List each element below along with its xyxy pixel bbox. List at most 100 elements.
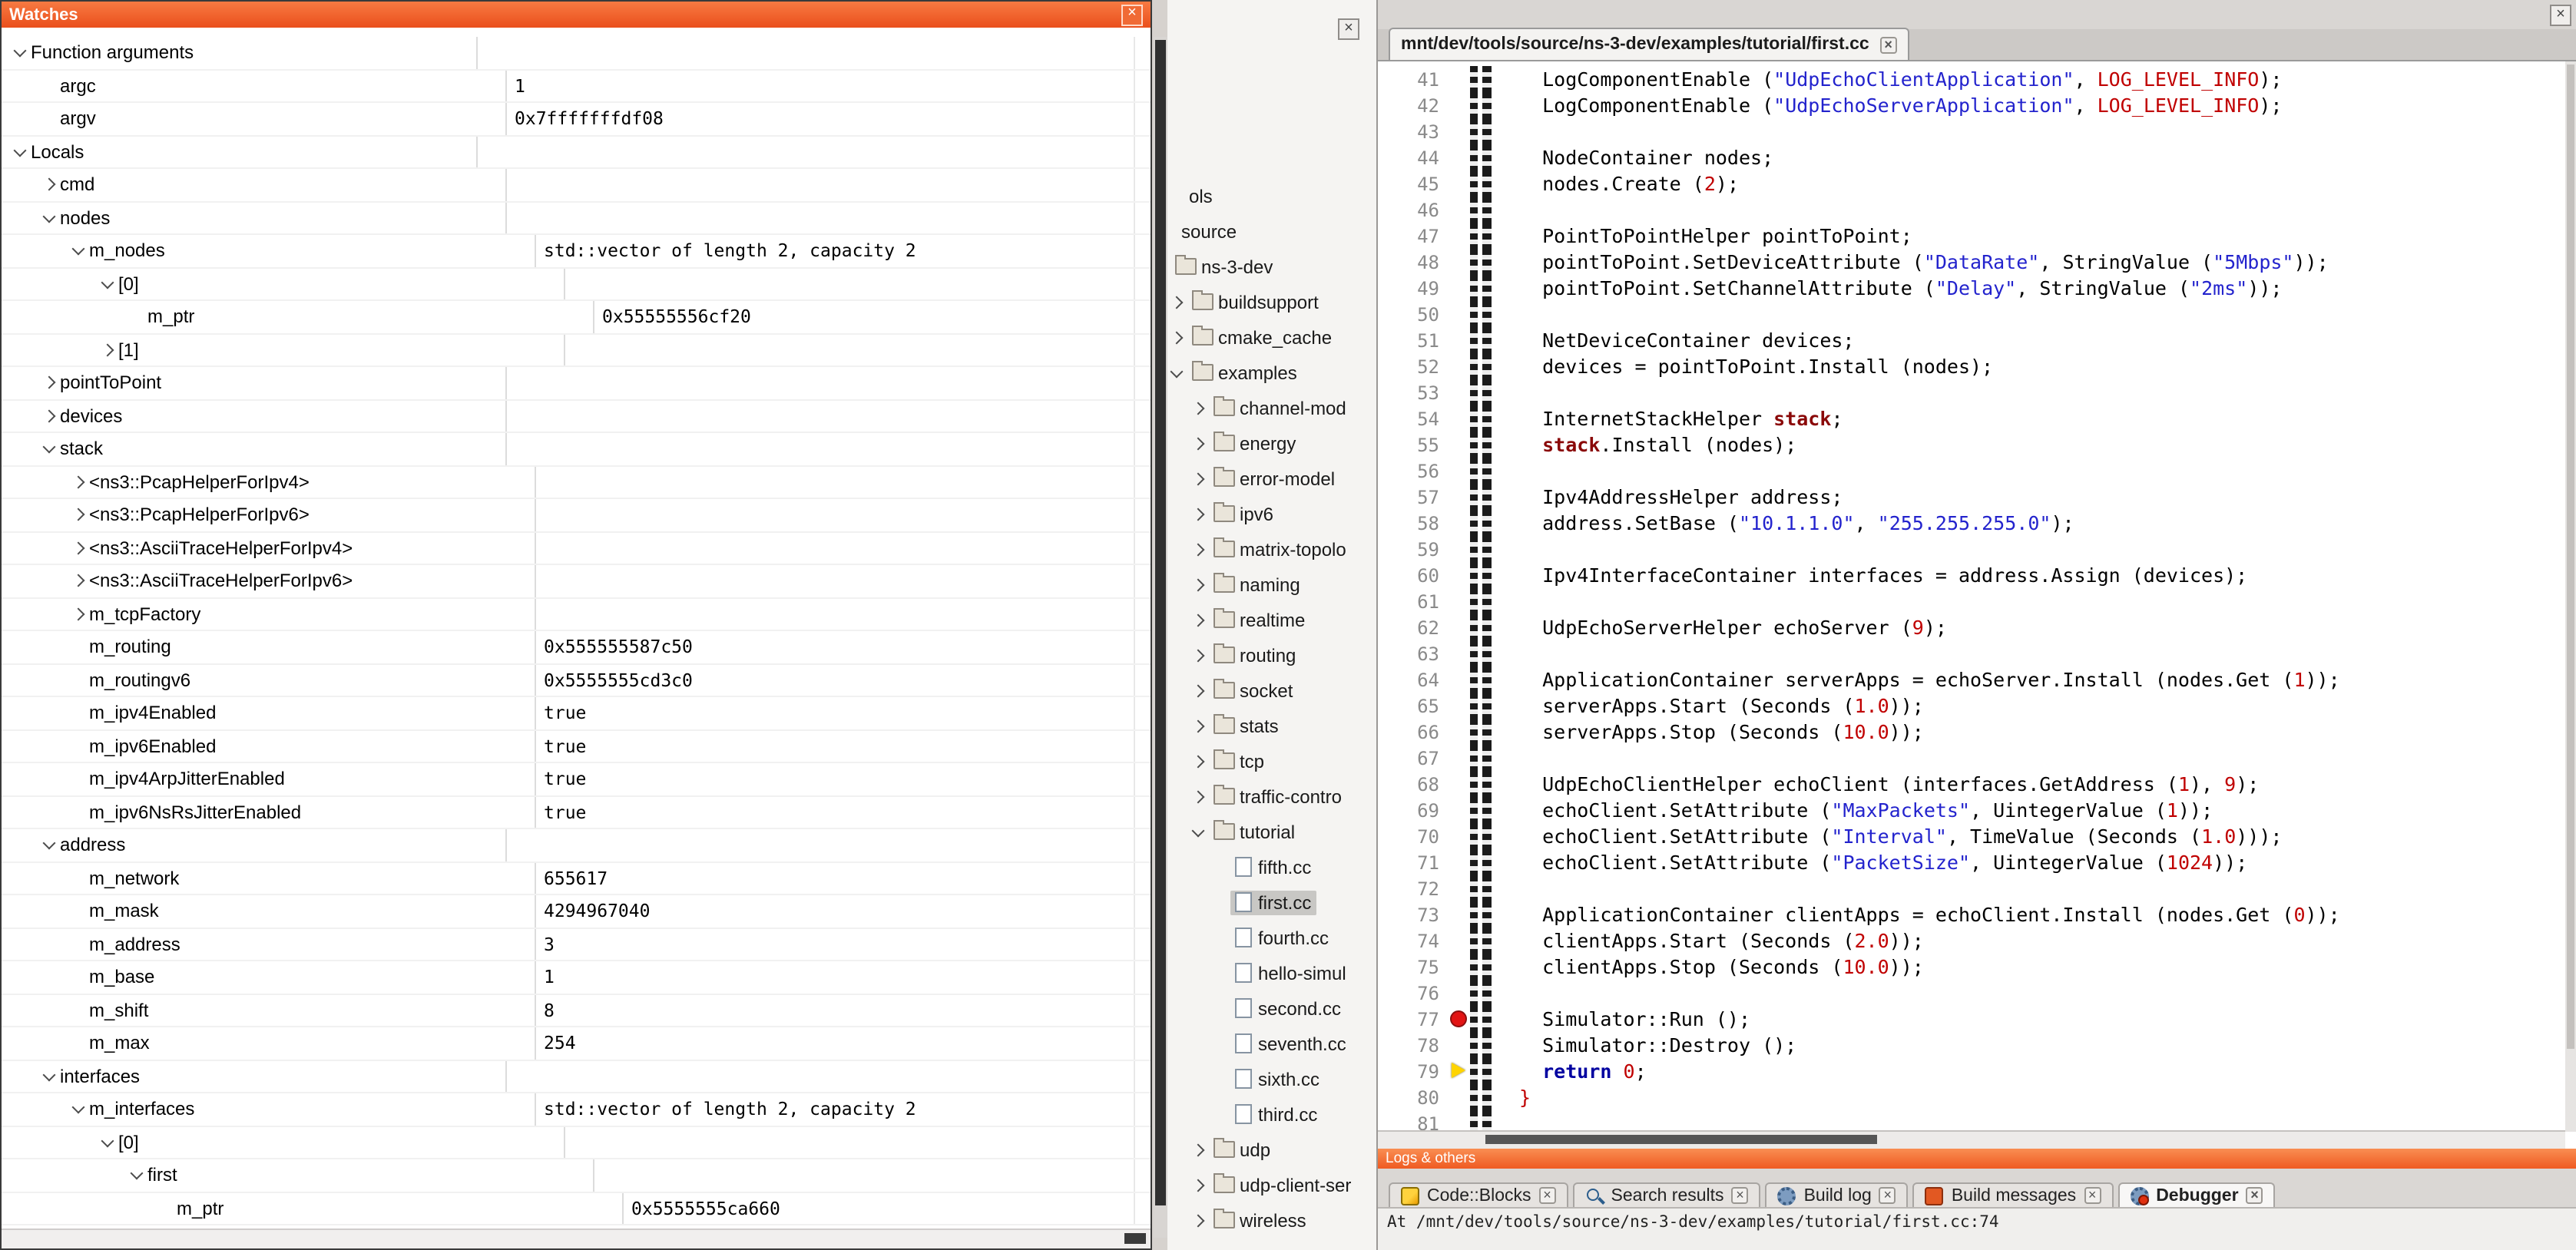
marker-margin[interactable]	[1449, 484, 1470, 510]
line-number[interactable]: 77	[1378, 1008, 1449, 1030]
tab-close-icon[interactable]	[2084, 1187, 2101, 1204]
line-number[interactable]: 72	[1378, 878, 1449, 899]
marker-margin[interactable]	[1449, 327, 1470, 353]
marker-margin[interactable]	[1449, 1084, 1470, 1110]
chevron-right-icon[interactable]	[1189, 1140, 1209, 1159]
tree-item[interactable]: matrix-topolo	[1167, 531, 1376, 567]
line-number[interactable]: 47	[1378, 225, 1449, 246]
watch-row[interactable]: first	[2, 1159, 1151, 1192]
tree-vscrollbar[interactable]	[1154, 37, 1167, 1238]
logs-tab-debugger[interactable]: Debugger	[2117, 1182, 2275, 1207]
chevron-right-icon[interactable]	[1189, 752, 1209, 770]
code-line[interactable]: 76	[1378, 980, 2565, 1006]
chevron-right-icon[interactable]	[1189, 646, 1209, 664]
watch-row[interactable]: nodes	[2, 202, 1151, 235]
watch-row[interactable]: m_address3	[2, 928, 1151, 961]
code-line[interactable]: 53	[1378, 379, 2565, 405]
marker-margin[interactable]	[1449, 223, 1470, 249]
tab-close-icon[interactable]	[1879, 1187, 1896, 1204]
watch-row[interactable]: m_ptr0x5555555ca660	[2, 1192, 1151, 1225]
marker-margin[interactable]	[1449, 980, 1470, 1006]
chevron-down-icon[interactable]	[98, 1133, 118, 1152]
line-number[interactable]: 60	[1378, 564, 1449, 586]
tree-item[interactable]: energy	[1167, 425, 1376, 461]
code-line[interactable]: 70 echoClient.SetAttribute ("Interval", …	[1378, 823, 2565, 849]
marker-margin[interactable]	[1449, 875, 1470, 901]
watch-row[interactable]: stack	[2, 433, 1151, 466]
tree-item[interactable]: ols	[1167, 178, 1376, 213]
line-number[interactable]: 69	[1378, 799, 1449, 821]
tree-item[interactable]: fifth.cc	[1167, 849, 1376, 885]
marker-margin[interactable]	[1449, 353, 1470, 379]
chevron-right-icon[interactable]	[69, 572, 89, 590]
tree-item[interactable]: naming	[1167, 567, 1376, 602]
marker-margin[interactable]	[1449, 458, 1470, 484]
code-line[interactable]: 60 Ipv4InterfaceContainer interfaces = a…	[1378, 562, 2565, 588]
tree-item[interactable]: source	[1167, 213, 1376, 249]
line-number[interactable]: 67	[1378, 747, 1449, 769]
tree-item[interactable]: ns-3-dev	[1167, 249, 1376, 284]
tree-item[interactable]: error-model	[1167, 461, 1376, 496]
watch-row[interactable]: m_nodesstd::vector of length 2, capacity…	[2, 235, 1151, 268]
chevron-right-icon[interactable]	[1189, 398, 1209, 417]
line-number[interactable]: 45	[1378, 173, 1449, 194]
line-number[interactable]: 59	[1378, 538, 1449, 560]
chevron-right-icon[interactable]	[1189, 787, 1209, 805]
watch-row[interactable]: <ns3::AsciiTraceHelperForIpv6>	[2, 565, 1151, 598]
code-line[interactable]: 68 UdpEchoClientHelper echoClient (inter…	[1378, 771, 2565, 797]
chevron-down-icon[interactable]	[40, 1067, 60, 1086]
watch-row[interactable]: m_shift8	[2, 994, 1151, 1027]
code-line[interactable]: 79 return 0;	[1378, 1058, 2565, 1084]
code-line[interactable]: 62 UdpEchoServerHelper echoServer (9);	[1378, 614, 2565, 640]
marker-margin[interactable]	[1449, 536, 1470, 562]
watches-hscrollbar-handle[interactable]	[1124, 1233, 1146, 1244]
line-number[interactable]: 44	[1378, 147, 1449, 168]
tree-item[interactable]: fourth.cc	[1167, 920, 1376, 955]
marker-margin[interactable]	[1449, 719, 1470, 745]
marker-margin[interactable]	[1449, 797, 1470, 823]
watch-row[interactable]: m_interfacesstd::vector of length 2, cap…	[2, 1093, 1151, 1126]
marker-margin[interactable]	[1449, 144, 1470, 170]
tree-item[interactable]: tcp	[1167, 743, 1376, 779]
watch-row[interactable]: m_routing0x555555587c50	[2, 631, 1151, 664]
line-number[interactable]: 74	[1378, 930, 1449, 951]
code-line[interactable]: 59	[1378, 536, 2565, 562]
code-line[interactable]: 77 Simulator::Run ();	[1378, 1006, 2565, 1032]
code-line[interactable]: 45 nodes.Create (2);	[1378, 170, 2565, 197]
editor-vscrollbar-handle[interactable]	[2567, 64, 2574, 1049]
chevron-down-icon[interactable]	[1189, 822, 1209, 841]
line-number[interactable]: 57	[1378, 486, 1449, 508]
line-number[interactable]: 80	[1378, 1086, 1449, 1108]
chevron-down-icon[interactable]	[1167, 363, 1187, 382]
watch-row[interactable]: m_base1	[2, 961, 1151, 994]
editor-vscrollbar[interactable]	[2565, 61, 2576, 1132]
marker-margin[interactable]	[1449, 510, 1470, 536]
line-number[interactable]: 71	[1378, 852, 1449, 873]
code-line[interactable]: 63	[1378, 640, 2565, 666]
line-number[interactable]: 76	[1378, 982, 1449, 1004]
code-line[interactable]: 75 clientApps.Stop (Seconds (10.0));	[1378, 954, 2565, 980]
marker-margin[interactable]	[1449, 640, 1470, 666]
watch-row[interactable]: m_ipv4ArpJitterEnabledtrue	[2, 763, 1151, 796]
line-number[interactable]: 55	[1378, 434, 1449, 455]
tree-item[interactable]: cmake_cache	[1167, 319, 1376, 355]
watch-row[interactable]: cmd	[2, 169, 1151, 202]
marker-margin[interactable]	[1449, 118, 1470, 144]
watch-row[interactable]: argv0x7fffffffdf08	[2, 103, 1151, 136]
line-number[interactable]: 70	[1378, 825, 1449, 847]
tree-item[interactable]: tutorial	[1167, 814, 1376, 849]
tree-item[interactable]: udp	[1167, 1132, 1376, 1167]
watch-row[interactable]: m_network655617	[2, 862, 1151, 895]
code-line[interactable]: 41 LogComponentEnable ("UdpEchoClientApp…	[1378, 66, 2565, 92]
code-line[interactable]: 74 clientApps.Start (Seconds (2.0));	[1378, 928, 2565, 954]
code-line[interactable]: 55 stack.Install (nodes);	[1378, 432, 2565, 458]
code-line[interactable]: 50	[1378, 301, 2565, 327]
marker-margin[interactable]	[1449, 588, 1470, 614]
watch-row[interactable]: [0]	[2, 1126, 1151, 1159]
line-number[interactable]: 68	[1378, 773, 1449, 795]
marker-margin[interactable]	[1449, 954, 1470, 980]
marker-margin[interactable]	[1449, 170, 1470, 197]
line-number[interactable]: 61	[1378, 590, 1449, 612]
watch-row[interactable]: devices	[2, 400, 1151, 433]
tree-item[interactable]: buildsupport	[1167, 284, 1376, 319]
